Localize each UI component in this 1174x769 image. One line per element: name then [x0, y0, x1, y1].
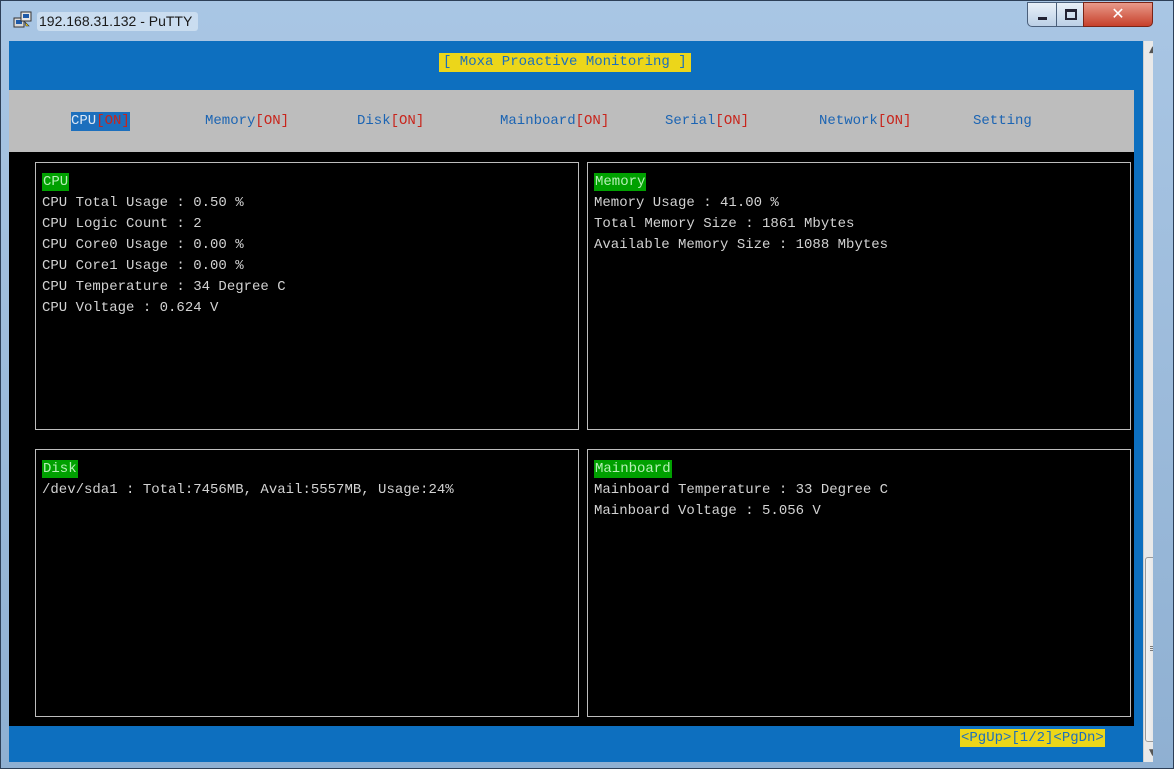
grip-icon: [1150, 646, 1153, 647]
info-line: Mainboard Voltage : 5.056 V: [594, 503, 821, 519]
menu-item-label: Disk: [357, 113, 391, 129]
menu-item-cpu[interactable]: CPU[ON]: [71, 112, 130, 131]
cpu-panel: CPU CPU Total Usage : 0.50 % CPU Logic C…: [35, 162, 579, 430]
scrollbar-thumb[interactable]: [1145, 557, 1153, 742]
mainboard-info: Mainboard Temperature : 33 Degree C Main…: [594, 480, 888, 522]
app-title: [ Moxa Proactive Monitoring ]: [439, 53, 691, 72]
maximize-button[interactable]: [1056, 2, 1084, 27]
menu-item-network[interactable]: Network[ON]: [819, 112, 911, 131]
scroll-up-arrow-icon[interactable]: ▲: [1144, 41, 1153, 59]
window-title: 192.168.31.132 - PuTTY: [37, 12, 199, 31]
info-line: CPU Logic Count : 2: [42, 216, 202, 232]
memory-info: Memory Usage : 41.00 % Total Memory Size…: [594, 193, 888, 256]
title-bar[interactable]: 192.168.31.132 - PuTTY ✕: [1, 1, 1173, 41]
terminal-area[interactable]: [ Moxa Proactive Monitoring ] CPU[ON] Me…: [9, 41, 1153, 762]
panel-title: CPU: [42, 173, 70, 191]
disk-panel: Disk /dev/sda1 : Total:7456MB, Avail:555…: [35, 449, 579, 717]
content-area: CPU CPU Total Usage : 0.50 % CPU Logic C…: [9, 152, 1134, 726]
info-line: /dev/sda1 : Total:7456MB, Avail:5557MB, …: [42, 482, 454, 498]
disk-info: /dev/sda1 : Total:7456MB, Avail:5557MB, …: [42, 480, 454, 501]
menu-item-label: Memory: [205, 113, 256, 129]
vertical-scrollbar[interactable]: ▲ ▼: [1143, 41, 1153, 762]
menu-item-setting[interactable]: Setting: [973, 112, 1032, 131]
close-button[interactable]: ✕: [1083, 2, 1153, 27]
info-line: Total Memory Size : 1861 Mbytes: [594, 216, 855, 232]
close-icon: ✕: [1111, 4, 1125, 23]
mainboard-panel: Mainboard Mainboard Temperature : 33 Deg…: [587, 449, 1131, 717]
memory-panel: Memory Memory Usage : 41.00 % Total Memo…: [587, 162, 1131, 430]
menu-item-status: [ON]: [877, 113, 912, 129]
info-line: Memory Usage : 41.00 %: [594, 195, 779, 211]
menu-item-label: CPU: [71, 113, 97, 129]
info-line: CPU Core1 Usage : 0.00 %: [42, 258, 244, 274]
minimize-button[interactable]: [1027, 2, 1057, 27]
info-line: Mainboard Temperature : 33 Degree C: [594, 482, 889, 498]
info-line: CPU Core0 Usage : 0.00 %: [42, 237, 244, 253]
menu-item-mainboard[interactable]: Mainboard[ON]: [500, 112, 609, 131]
menu-item-label: Serial: [665, 113, 716, 129]
menu-item-status: [ON]: [715, 113, 750, 129]
panel-title: Disk: [42, 460, 78, 478]
scroll-down-arrow-icon[interactable]: ▼: [1144, 744, 1153, 762]
panel-title: Mainboard: [594, 460, 672, 478]
menu-item-label: Mainboard: [500, 113, 576, 129]
cpu-info: CPU Total Usage : 0.50 % CPU Logic Count…: [42, 193, 286, 319]
info-line: CPU Voltage : 0.624 V: [42, 300, 219, 316]
info-line: CPU Temperature : 34 Degree C: [42, 279, 286, 295]
menu-item-status: [ON]: [255, 113, 290, 129]
menu-item-label: Setting: [973, 113, 1032, 129]
menu-item-serial[interactable]: Serial[ON]: [665, 112, 749, 131]
putty-icon: [13, 11, 32, 28]
menu-bar: CPU[ON] Memory[ON] Disk[ON] Mainboard[ON…: [9, 90, 1134, 152]
menu-item-label: Network: [819, 113, 878, 129]
info-line: Available Memory Size : 1088 Mbytes: [594, 237, 889, 253]
pager-indicator[interactable]: <PgUp>[1/2]<PgDn>: [960, 729, 1105, 747]
menu-item-status: [ON]: [390, 113, 425, 129]
menu-item-disk[interactable]: Disk[ON]: [357, 112, 424, 131]
putty-window: 192.168.31.132 - PuTTY ✕ [ Moxa Proactiv…: [0, 0, 1174, 769]
menu-item-status: [ON]: [575, 113, 610, 129]
menu-item-memory[interactable]: Memory[ON]: [205, 112, 289, 131]
menu-item-status: [ON]: [96, 113, 130, 129]
panel-title: Memory: [594, 173, 647, 191]
info-line: CPU Total Usage : 0.50 %: [42, 195, 244, 211]
